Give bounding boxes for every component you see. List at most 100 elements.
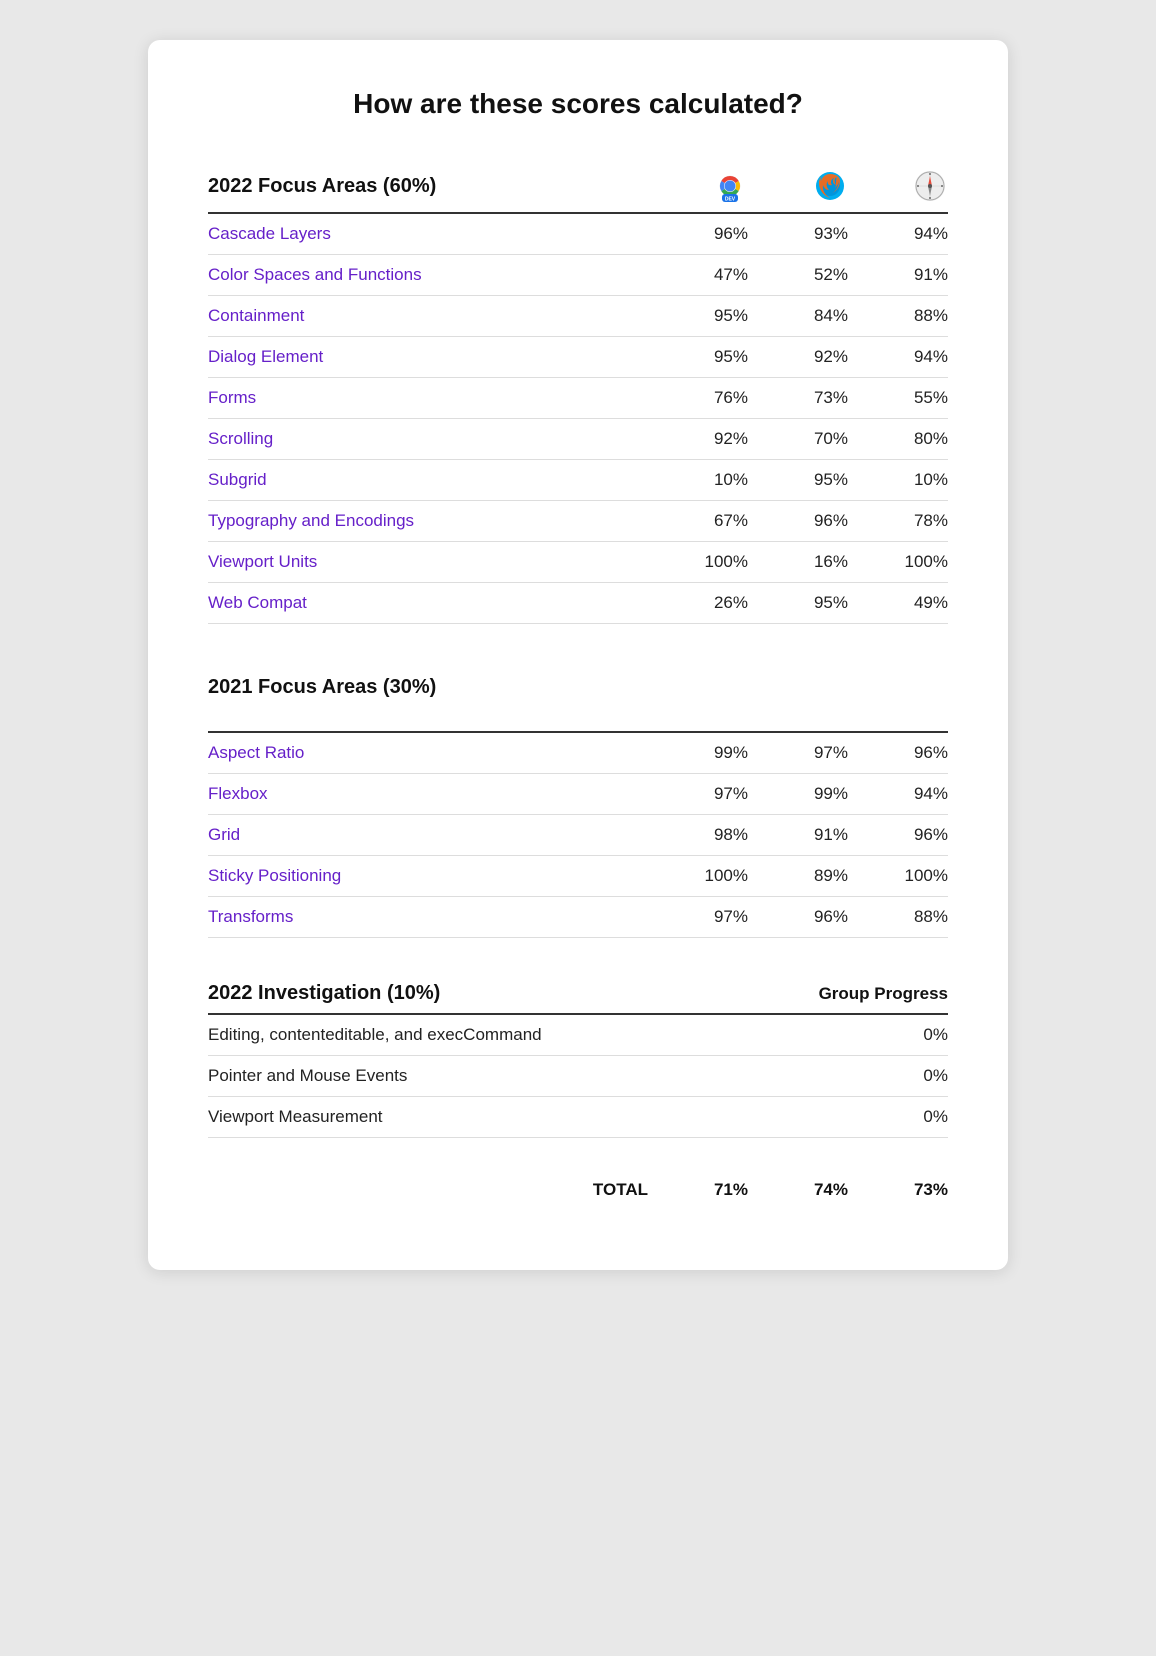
val-grid-firefox: 91% bbox=[748, 825, 848, 845]
val-typography-safari: 78% bbox=[848, 511, 948, 531]
row-forms[interactable]: Forms 76% 73% 55% bbox=[208, 378, 948, 419]
focus-2021-title: 2021 Focus Areas (30%) bbox=[208, 668, 948, 707]
row-scrolling[interactable]: Scrolling 92% 70% 80% bbox=[208, 419, 948, 460]
val-sticky-safari: 100% bbox=[848, 866, 948, 886]
section-focus-2022: 2022 Focus Areas (60%) DEV bbox=[208, 160, 948, 624]
svg-text:DEV: DEV bbox=[725, 197, 736, 203]
row-viewport-measurement: Viewport Measurement 0% bbox=[208, 1097, 948, 1138]
val-viewport-units-safari: 100% bbox=[848, 552, 948, 572]
section-focus-2021: 2021 Focus Areas (30%) Aspect Ratio 99% … bbox=[208, 652, 948, 938]
label-web-compat[interactable]: Web Compat bbox=[208, 593, 648, 613]
chrome-icon-header: DEV bbox=[648, 168, 748, 204]
val-editing: 0% bbox=[848, 1025, 948, 1045]
val-web-compat-firefox: 95% bbox=[748, 593, 848, 613]
row-sticky-positioning[interactable]: Sticky Positioning 100% 89% 100% bbox=[208, 856, 948, 897]
val-color-chrome: 47% bbox=[648, 265, 748, 285]
label-typography[interactable]: Typography and Encodings bbox=[208, 511, 648, 531]
safari-icon-header bbox=[848, 168, 948, 204]
label-dialog-element[interactable]: Dialog Element bbox=[208, 347, 648, 367]
val-flexbox-safari: 94% bbox=[848, 784, 948, 804]
val-dialog-chrome: 95% bbox=[648, 347, 748, 367]
focus-2021-header bbox=[208, 715, 948, 733]
val-web-compat-safari: 49% bbox=[848, 593, 948, 613]
main-card: How are these scores calculated? 2022 Fo… bbox=[148, 40, 1008, 1270]
firefox-icon-header bbox=[748, 168, 848, 204]
row-pointer-mouse: Pointer and Mouse Events 0% bbox=[208, 1056, 948, 1097]
total-safari: 73% bbox=[848, 1180, 948, 1200]
val-viewport-measurement: 0% bbox=[848, 1107, 948, 1127]
val-dialog-safari: 94% bbox=[848, 347, 948, 367]
firefox-icon bbox=[812, 168, 848, 204]
label-flexbox[interactable]: Flexbox bbox=[208, 784, 648, 804]
val-viewport-units-chrome: 100% bbox=[648, 552, 748, 572]
row-containment[interactable]: Containment 95% 84% 88% bbox=[208, 296, 948, 337]
label-transforms[interactable]: Transforms bbox=[208, 907, 648, 927]
val-containment-firefox: 84% bbox=[748, 306, 848, 326]
val-containment-chrome: 95% bbox=[648, 306, 748, 326]
page-title: How are these scores calculated? bbox=[208, 88, 948, 120]
label-scrolling[interactable]: Scrolling bbox=[208, 429, 648, 449]
label-grid[interactable]: Grid bbox=[208, 825, 648, 845]
val-sticky-chrome: 100% bbox=[648, 866, 748, 886]
label-sticky-positioning[interactable]: Sticky Positioning bbox=[208, 866, 648, 886]
row-aspect-ratio[interactable]: Aspect Ratio 99% 97% 96% bbox=[208, 733, 948, 774]
val-transforms-safari: 88% bbox=[848, 907, 948, 927]
val-transforms-chrome: 97% bbox=[648, 907, 748, 927]
val-typography-chrome: 67% bbox=[648, 511, 748, 531]
label-viewport-units[interactable]: Viewport Units bbox=[208, 552, 648, 572]
val-forms-chrome: 76% bbox=[648, 388, 748, 408]
total-label: TOTAL bbox=[208, 1180, 648, 1200]
row-transforms[interactable]: Transforms 97% 96% 88% bbox=[208, 897, 948, 938]
val-pointer-mouse: 0% bbox=[848, 1066, 948, 1086]
row-web-compat[interactable]: Web Compat 26% 95% 49% bbox=[208, 583, 948, 624]
focus-2022-title: 2022 Focus Areas (60%) bbox=[208, 175, 436, 198]
label-cascade-layers[interactable]: Cascade Layers bbox=[208, 224, 648, 244]
val-scrolling-chrome: 92% bbox=[648, 429, 748, 449]
val-typography-firefox: 96% bbox=[748, 511, 848, 531]
val-grid-safari: 96% bbox=[848, 825, 948, 845]
row-flexbox[interactable]: Flexbox 97% 99% 94% bbox=[208, 774, 948, 815]
total-firefox: 74% bbox=[748, 1180, 848, 1200]
val-forms-safari: 55% bbox=[848, 388, 948, 408]
row-subgrid[interactable]: Subgrid 10% 95% 10% bbox=[208, 460, 948, 501]
chrome-icon: DEV bbox=[712, 168, 748, 204]
val-color-firefox: 52% bbox=[748, 265, 848, 285]
label-viewport-measurement: Viewport Measurement bbox=[208, 1107, 848, 1127]
row-typography[interactable]: Typography and Encodings 67% 96% 78% bbox=[208, 501, 948, 542]
val-cascade-firefox: 93% bbox=[748, 224, 848, 244]
val-grid-chrome: 98% bbox=[648, 825, 748, 845]
val-subgrid-safari: 10% bbox=[848, 470, 948, 490]
row-editing: Editing, contenteditable, and execComman… bbox=[208, 1015, 948, 1056]
val-cascade-safari: 94% bbox=[848, 224, 948, 244]
section-investigation-2022: 2022 Investigation (10%) Group Progress … bbox=[208, 966, 948, 1138]
label-forms[interactable]: Forms bbox=[208, 388, 648, 408]
row-grid[interactable]: Grid 98% 91% 96% bbox=[208, 815, 948, 856]
val-aspect-ratio-chrome: 99% bbox=[648, 743, 748, 763]
label-color-spaces[interactable]: Color Spaces and Functions bbox=[208, 265, 648, 285]
investigation-2022-title: 2022 Investigation (10%) bbox=[208, 982, 440, 1005]
row-color-spaces[interactable]: Color Spaces and Functions 47% 52% 91% bbox=[208, 255, 948, 296]
val-forms-firefox: 73% bbox=[748, 388, 848, 408]
label-pointer-mouse: Pointer and Mouse Events bbox=[208, 1066, 848, 1086]
val-scrolling-firefox: 70% bbox=[748, 429, 848, 449]
focus-2022-header: 2022 Focus Areas (60%) DEV bbox=[208, 160, 948, 214]
row-dialog-element[interactable]: Dialog Element 95% 92% 94% bbox=[208, 337, 948, 378]
val-containment-safari: 88% bbox=[848, 306, 948, 326]
label-containment[interactable]: Containment bbox=[208, 306, 648, 326]
label-editing: Editing, contenteditable, and execComman… bbox=[208, 1025, 848, 1045]
val-aspect-ratio-safari: 96% bbox=[848, 743, 948, 763]
val-sticky-firefox: 89% bbox=[748, 866, 848, 886]
group-progress-label: Group Progress bbox=[819, 984, 948, 1004]
label-aspect-ratio[interactable]: Aspect Ratio bbox=[208, 743, 648, 763]
safari-icon bbox=[912, 168, 948, 204]
val-viewport-units-firefox: 16% bbox=[748, 552, 848, 572]
val-cascade-chrome: 96% bbox=[648, 224, 748, 244]
val-subgrid-firefox: 95% bbox=[748, 470, 848, 490]
label-subgrid[interactable]: Subgrid bbox=[208, 470, 648, 490]
row-cascade-layers[interactable]: Cascade Layers 96% 93% 94% bbox=[208, 214, 948, 255]
row-viewport-units[interactable]: Viewport Units 100% 16% 100% bbox=[208, 542, 948, 583]
val-scrolling-safari: 80% bbox=[848, 429, 948, 449]
total-row: TOTAL 71% 74% 73% bbox=[208, 1166, 948, 1214]
val-web-compat-chrome: 26% bbox=[648, 593, 748, 613]
val-flexbox-chrome: 97% bbox=[648, 784, 748, 804]
